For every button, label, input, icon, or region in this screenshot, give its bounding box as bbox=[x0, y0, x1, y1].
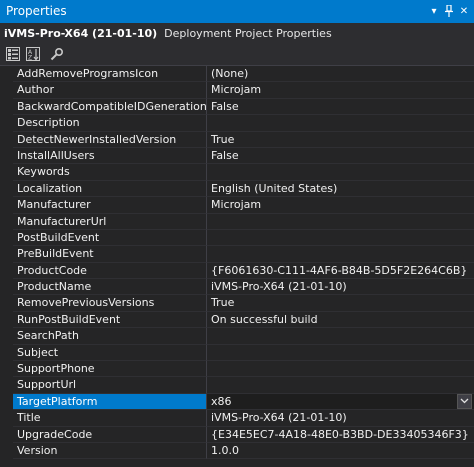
property-row-localization[interactable]: Localization English (United States) bbox=[0, 180, 474, 198]
property-row-runpostbuildevent[interactable]: RunPostBuildEvent On successful build bbox=[0, 311, 474, 329]
property-row-subject[interactable]: Subject bbox=[0, 344, 474, 362]
alphabetical-icon[interactable]: A Z bbox=[25, 46, 41, 62]
property-name[interactable]: BackwardCompatibleIDGeneration bbox=[13, 98, 207, 116]
property-row-author[interactable]: Author Microjam bbox=[0, 82, 474, 99]
property-name[interactable]: PostBuildEvent bbox=[13, 229, 207, 247]
property-name[interactable]: InstallAllUsers bbox=[13, 147, 207, 165]
property-row-version[interactable]: Version 1.0.0 bbox=[0, 442, 474, 460]
property-name[interactable]: ProductCode bbox=[13, 262, 207, 280]
property-row-removepreviousversions[interactable]: RemovePreviousVersions True bbox=[0, 295, 474, 312]
property-pages-icon[interactable] bbox=[49, 46, 65, 62]
property-name[interactable]: SupportPhone bbox=[13, 361, 207, 378]
properties-title-bar: Properties ▾ ✕ bbox=[0, 0, 474, 23]
object-type: Deployment Project Properties bbox=[164, 26, 332, 40]
property-value[interactable]: False bbox=[207, 148, 474, 165]
object-name: iVMS-Pro-X64 (21-01-10) bbox=[4, 26, 158, 40]
property-row-postbuildevent[interactable]: PostBuildEvent bbox=[0, 229, 474, 247]
property-row-addremoveprogramsicon[interactable]: AddRemoveProgramsIcon (None) bbox=[0, 66, 474, 83]
property-name[interactable]: Localization bbox=[13, 180, 207, 198]
property-row-targetplatform[interactable]: TargetPlatform x86 bbox=[0, 393, 474, 411]
property-value[interactable]: True bbox=[207, 132, 474, 148]
object-selector[interactable]: iVMS-Pro-X64 (21-01-10) Deployment Proje… bbox=[0, 23, 474, 43]
dropdown-arrow-icon[interactable]: ▾ bbox=[427, 2, 441, 20]
property-name[interactable]: RunPostBuildEvent bbox=[13, 311, 207, 329]
property-row-installallusers[interactable]: InstallAllUsers False bbox=[0, 147, 474, 165]
property-row-productname[interactable]: ProductName iVMS-Pro-X64 (21-01-10) bbox=[0, 279, 474, 296]
property-name[interactable]: ManufacturerUrl bbox=[13, 213, 207, 230]
property-value[interactable] bbox=[207, 115, 474, 132]
property-value[interactable] bbox=[207, 361, 474, 378]
property-value[interactable] bbox=[207, 377, 474, 394]
property-value[interactable] bbox=[207, 214, 474, 230]
property-value[interactable]: On successful build bbox=[207, 312, 474, 329]
property-row-searchpath[interactable]: SearchPath bbox=[0, 328, 474, 345]
property-value[interactable]: Microjam bbox=[207, 197, 474, 214]
properties-toolbar: A Z bbox=[0, 43, 474, 66]
property-value[interactable]: {F6061630-C111-4AF6-B84B-5D5F2E264C6B} bbox=[207, 263, 474, 280]
property-name[interactable]: Title bbox=[13, 410, 207, 427]
property-name[interactable]: Version bbox=[13, 442, 207, 460]
property-name[interactable]: Author bbox=[13, 82, 207, 99]
property-value[interactable]: English (United States) bbox=[207, 181, 474, 198]
property-value[interactable]: (None) bbox=[207, 66, 474, 83]
pin-icon[interactable] bbox=[442, 2, 456, 20]
property-value[interactable] bbox=[207, 246, 474, 263]
property-value[interactable]: 1.0.0 bbox=[207, 443, 474, 460]
property-row-description[interactable]: Description bbox=[0, 115, 474, 132]
property-row-upgradecode[interactable]: UpgradeCode {E34E5EC7-4A18-48E0-B3BD-DE33… bbox=[0, 426, 474, 443]
property-row-productcode[interactable]: ProductCode {F6061630-C111-4AF6-B84B-5D5F… bbox=[0, 262, 474, 280]
property-value[interactable] bbox=[207, 345, 474, 362]
property-name[interactable]: Keywords bbox=[13, 164, 207, 181]
property-row-prebuildevent[interactable]: PreBuildEvent bbox=[0, 246, 474, 263]
property-value[interactable]: False bbox=[207, 99, 474, 116]
property-row-manufacturerurl[interactable]: ManufacturerUrl bbox=[0, 213, 474, 230]
property-row-supporturl[interactable]: SupportUrl bbox=[0, 377, 474, 394]
property-row-keywords[interactable]: Keywords bbox=[0, 164, 474, 181]
chevron-down-icon bbox=[460, 398, 469, 404]
property-grid: AddRemoveProgramsIcon (None) Author Microja… bbox=[0, 66, 474, 460]
property-row-backwardcompatibleidgeneration[interactable]: BackwardCompatibleIDGeneration False bbox=[0, 98, 474, 116]
property-value[interactable]: iVMS-Pro-X64 (21-01-10) bbox=[207, 279, 474, 296]
property-value[interactable] bbox=[207, 230, 474, 247]
window-title: Properties bbox=[6, 4, 67, 18]
property-value[interactable] bbox=[207, 328, 474, 345]
property-row-title[interactable]: Title iVMS-Pro-X64 (21-01-10) bbox=[0, 410, 474, 427]
property-row-manufacturer[interactable]: Manufacturer Microjam bbox=[0, 197, 474, 214]
property-name[interactable]: Subject bbox=[13, 344, 207, 362]
close-icon[interactable]: ✕ bbox=[457, 2, 471, 20]
property-row-detectnewerinstalledversion[interactable]: DetectNewerInstalledVersion True bbox=[0, 131, 474, 148]
property-name[interactable]: Description bbox=[13, 115, 207, 132]
property-value[interactable] bbox=[207, 164, 474, 181]
property-name[interactable]: SupportUrl bbox=[13, 377, 207, 394]
property-name[interactable]: UpgradeCode bbox=[13, 426, 207, 443]
property-name[interactable]: DetectNewerInstalledVersion bbox=[13, 131, 207, 148]
svg-text:Z: Z bbox=[28, 55, 32, 62]
property-name[interactable]: TargetPlatform bbox=[13, 393, 207, 411]
property-value[interactable]: True bbox=[207, 295, 474, 312]
property-name[interactable]: SearchPath bbox=[13, 328, 207, 345]
value-dropdown-button[interactable] bbox=[457, 393, 472, 409]
property-name[interactable]: RemovePreviousVersions bbox=[13, 295, 207, 312]
property-name[interactable]: PreBuildEvent bbox=[13, 246, 207, 263]
property-name[interactable]: ProductName bbox=[13, 279, 207, 296]
property-name[interactable]: AddRemoveProgramsIcon bbox=[13, 66, 207, 83]
property-name[interactable]: Manufacturer bbox=[13, 197, 207, 214]
property-value[interactable]: iVMS-Pro-X64 (21-01-10) bbox=[207, 410, 474, 427]
property-value[interactable]: {E34E5EC7-4A18-48E0-B3BD-DE33405346F3} bbox=[207, 427, 474, 443]
property-value[interactable]: Microjam bbox=[207, 82, 474, 99]
property-row-supportphone[interactable]: SupportPhone bbox=[0, 361, 474, 378]
categorized-icon[interactable] bbox=[5, 46, 21, 62]
property-value[interactable]: x86 bbox=[207, 393, 474, 411]
